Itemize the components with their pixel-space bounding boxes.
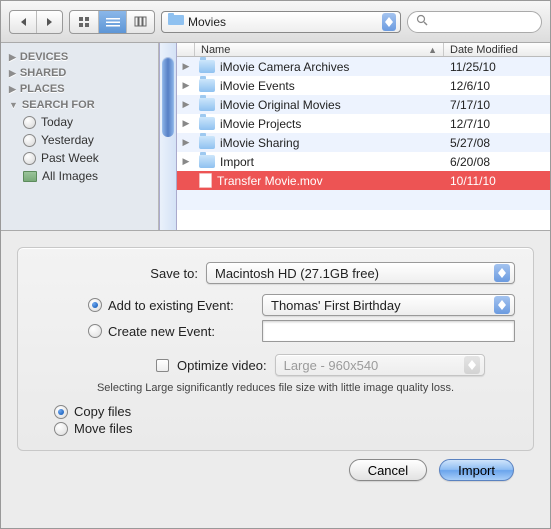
table-row bbox=[177, 210, 550, 230]
create-new-radio[interactable] bbox=[88, 324, 102, 338]
existing-event-dropdown[interactable]: Thomas' First Birthday bbox=[262, 294, 515, 316]
file-rows: ▶iMovie Camera Archives11/25/10 ▶iMovie … bbox=[177, 57, 550, 230]
optimize-dropdown: Large - 960x540 bbox=[275, 354, 485, 376]
file-scrollbar[interactable] bbox=[159, 43, 177, 230]
file-browser: ▶DEVICES ▶SHARED ▶PLACES ▼SEARCH FOR Tod… bbox=[1, 43, 550, 231]
table-row[interactable]: ▶iMovie Camera Archives11/25/10 bbox=[177, 57, 550, 76]
search-input[interactable] bbox=[432, 15, 533, 29]
icon-view-button[interactable] bbox=[70, 11, 98, 33]
copy-files-label: Copy files bbox=[74, 404, 131, 419]
image-icon bbox=[23, 171, 37, 182]
clock-icon bbox=[23, 152, 36, 165]
move-files-label: Move files bbox=[74, 421, 133, 436]
popup-arrows-icon bbox=[464, 356, 480, 374]
import-button[interactable]: Import bbox=[439, 459, 514, 481]
table-row[interactable]: ▶iMovie Original Movies7/17/10 bbox=[177, 95, 550, 114]
table-row bbox=[177, 190, 550, 210]
cancel-button[interactable]: Cancel bbox=[349, 459, 427, 481]
column-view-button[interactable] bbox=[126, 11, 154, 33]
sidebar-item-all-images[interactable]: All Images bbox=[1, 167, 158, 185]
optimize-checkbox[interactable] bbox=[156, 359, 169, 372]
popup-arrows-icon bbox=[494, 264, 510, 282]
folder-icon bbox=[199, 136, 215, 149]
clock-icon bbox=[23, 116, 36, 129]
search-icon bbox=[416, 13, 428, 31]
folder-icon bbox=[199, 79, 215, 92]
add-existing-label: Add to existing Event: bbox=[108, 298, 256, 313]
search-field[interactable] bbox=[407, 11, 542, 33]
column-header-date[interactable]: Date Modified bbox=[444, 43, 550, 56]
disclosure-right-icon: ▶ bbox=[9, 84, 16, 95]
disclosure-down-icon: ▼ bbox=[9, 100, 18, 110]
column-headers: Name▲ Date Modified bbox=[177, 43, 550, 57]
sidebar: ▶DEVICES ▶SHARED ▶PLACES ▼SEARCH FOR Tod… bbox=[1, 43, 159, 230]
folder-icon bbox=[199, 117, 215, 130]
table-row[interactable]: ▶Import6/20/08 bbox=[177, 152, 550, 171]
table-row[interactable]: ▶iMovie Events12/6/10 bbox=[177, 76, 550, 95]
toolbar: Movies bbox=[1, 1, 550, 43]
move-files-radio[interactable] bbox=[54, 422, 68, 436]
sidebar-item-yesterday[interactable]: Yesterday bbox=[1, 131, 158, 149]
sidebar-item-today[interactable]: Today bbox=[1, 113, 158, 131]
copy-files-radio[interactable] bbox=[54, 405, 68, 419]
add-existing-radio[interactable] bbox=[88, 298, 102, 312]
file-icon bbox=[199, 173, 212, 188]
table-row[interactable]: ▶iMovie Projects12/7/10 bbox=[177, 114, 550, 133]
folder-icon bbox=[199, 60, 215, 73]
new-event-input[interactable] bbox=[262, 320, 515, 342]
list-view-button[interactable] bbox=[98, 11, 126, 33]
dialog-footer: Cancel Import bbox=[17, 451, 534, 481]
scrollbar-thumb[interactable] bbox=[162, 57, 174, 137]
save-to-dropdown[interactable]: Macintosh HD (27.1GB free) bbox=[206, 262, 515, 284]
folder-icon bbox=[199, 98, 215, 111]
table-row-selected[interactable]: Transfer Movie.mov10/11/10 bbox=[177, 171, 550, 190]
optimize-hint: Selecting Large significantly reduces fi… bbox=[36, 382, 515, 394]
view-group bbox=[69, 10, 155, 34]
back-button[interactable] bbox=[10, 11, 36, 33]
forward-button[interactable] bbox=[36, 11, 62, 33]
sidebar-section-search-for[interactable]: ▼SEARCH FOR bbox=[1, 97, 158, 113]
folder-icon bbox=[199, 155, 215, 168]
create-new-label: Create new Event: bbox=[108, 324, 256, 339]
popup-arrows-icon bbox=[494, 296, 510, 314]
sidebar-item-past-week[interactable]: Past Week bbox=[1, 149, 158, 167]
disclosure-right-icon: ▶ bbox=[9, 52, 16, 63]
location-popup[interactable]: Movies bbox=[161, 11, 401, 33]
table-row[interactable]: ▶iMovie Sharing5/27/08 bbox=[177, 133, 550, 152]
options-area: Save to: Macintosh HD (27.1GB free) Add … bbox=[1, 231, 550, 528]
import-dialog: Movies ▶DEVICES ▶SHARED ▶PLACES ▼SEARCH … bbox=[0, 0, 551, 529]
sidebar-section-shared[interactable]: ▶SHARED bbox=[1, 65, 158, 81]
disclosure-right-icon: ▶ bbox=[9, 68, 16, 79]
column-header-name[interactable]: Name▲ bbox=[195, 43, 444, 56]
sidebar-section-places[interactable]: ▶PLACES bbox=[1, 81, 158, 97]
options-panel: Save to: Macintosh HD (27.1GB free) Add … bbox=[17, 247, 534, 451]
optimize-label: Optimize video: bbox=[177, 358, 267, 373]
clock-icon bbox=[23, 134, 36, 147]
sort-asc-icon: ▲ bbox=[428, 45, 437, 55]
location-label: Movies bbox=[188, 15, 378, 29]
folder-icon bbox=[168, 12, 184, 31]
nav-group bbox=[9, 10, 63, 34]
sidebar-section-devices[interactable]: ▶DEVICES bbox=[1, 49, 158, 65]
save-to-label: Save to: bbox=[36, 266, 206, 281]
popup-arrows-icon bbox=[382, 13, 396, 31]
